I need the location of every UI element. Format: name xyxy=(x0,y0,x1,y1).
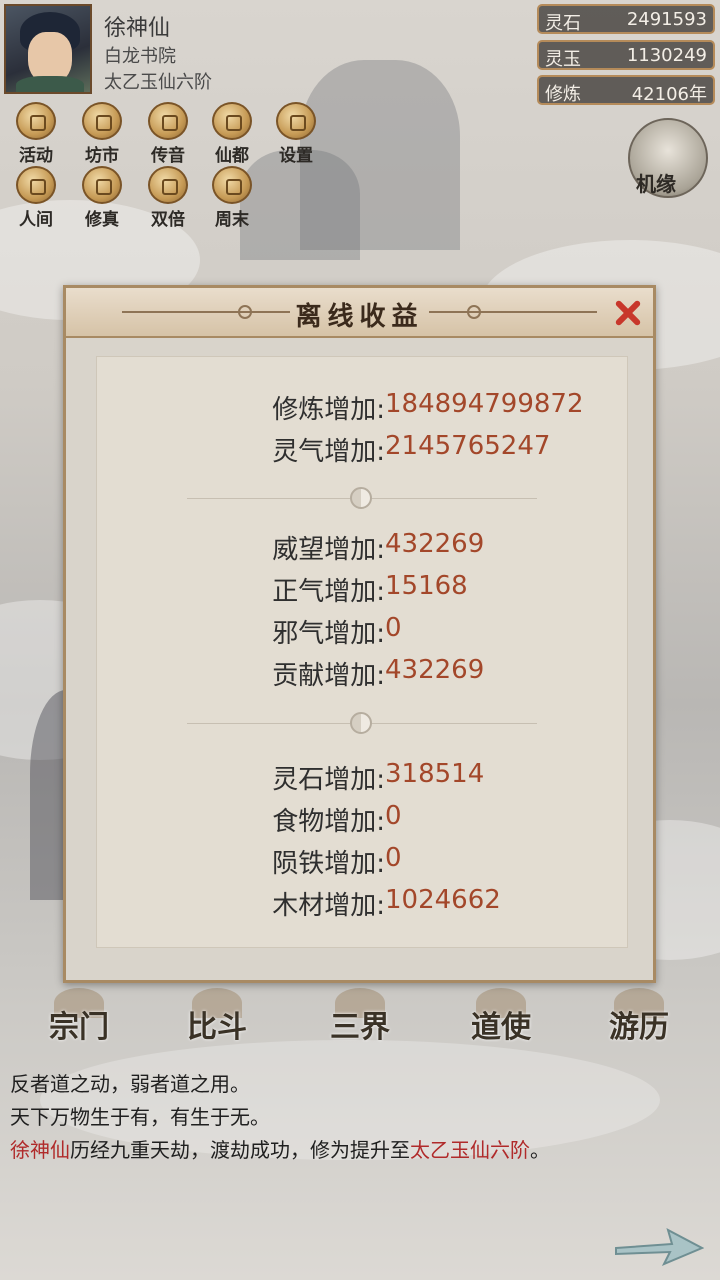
earning-row: 正气增加: 15168 xyxy=(97,571,627,607)
menu-label: 仙都 xyxy=(215,146,249,166)
earning-label: 邪气增加: xyxy=(272,619,385,649)
close-icon[interactable] xyxy=(609,294,647,332)
nav-three-realms[interactable]: 三界 xyxy=(305,988,415,1048)
player-realm: 太乙玉仙六阶 xyxy=(104,72,212,93)
menu-mortal-world[interactable]: 人间 xyxy=(8,166,64,230)
taiji-icon xyxy=(350,712,372,734)
player-sect: 白龙书院 xyxy=(104,46,176,67)
resource-value: 1130249 xyxy=(626,45,707,66)
resource-xiulian: 修炼 42106年 xyxy=(537,75,715,105)
earning-row: 灵石增加: 318514 xyxy=(97,759,627,795)
gear-icon xyxy=(276,102,316,140)
dialog-title: 离线收益 xyxy=(295,302,424,332)
log-realm: 太乙玉仙六阶 xyxy=(410,1138,530,1162)
mountain-icon xyxy=(16,166,56,204)
earning-label: 正气增加: xyxy=(272,577,385,607)
earning-label: 食物增加: xyxy=(272,807,385,837)
menu-label: 设置 xyxy=(279,146,313,166)
player-avatar[interactable] xyxy=(4,4,92,94)
nav-travel[interactable]: 游历 xyxy=(584,988,694,1048)
resource-label: 灵玉 xyxy=(545,49,581,70)
menu-double[interactable]: 双倍 xyxy=(140,166,196,230)
log-player-name: 徐神仙 xyxy=(10,1138,70,1162)
earning-row: 威望增加: 432269 xyxy=(97,529,627,565)
menu-label: 坊市 xyxy=(85,146,119,166)
menu-label: 传音 xyxy=(151,146,185,166)
menu-market[interactable]: 坊市 xyxy=(74,102,130,166)
earning-label: 木材增加: xyxy=(272,891,385,921)
earning-value: 15168 xyxy=(385,571,468,601)
nav-label: 三界 xyxy=(330,1010,390,1045)
menu-immortal-city[interactable]: 仙都 xyxy=(204,102,260,166)
earning-row: 食物增加: 0 xyxy=(97,801,627,837)
earning-label: 威望增加: xyxy=(272,535,385,565)
menu-label: 周末 xyxy=(215,210,249,230)
market-icon xyxy=(82,102,122,140)
menu-weekend[interactable]: 周末 xyxy=(204,166,260,230)
nav-envoy[interactable]: 道使 xyxy=(446,988,556,1048)
nav-label: 比斗 xyxy=(187,1010,247,1045)
taiji-icon xyxy=(350,487,372,509)
earning-value: 432269 xyxy=(385,529,485,559)
earning-value: 432269 xyxy=(385,655,485,685)
resource-value: 2491593 xyxy=(626,9,707,30)
log-line: 反者道之动，弱者道之用。 xyxy=(10,1072,250,1096)
earning-label: 贡献增加: xyxy=(272,661,385,691)
nav-label: 游历 xyxy=(609,1010,669,1045)
player-name: 徐神仙 xyxy=(104,16,171,41)
earning-value: 1024662 xyxy=(385,885,501,915)
earning-label: 修炼增加: xyxy=(272,395,385,425)
menu-label: 修真 xyxy=(85,210,119,230)
log-line: 徐神仙历经九重天劫，渡劫成功，修为提升至太乙玉仙六阶。 xyxy=(10,1134,550,1163)
nav-label: 道使 xyxy=(471,1010,531,1045)
log-text: 历经九重天劫，渡劫成功，修为提升至 xyxy=(70,1138,410,1162)
jiyuan-label: 机缘 xyxy=(636,172,676,196)
menu-label: 双倍 xyxy=(151,210,185,230)
earning-row: 修炼增加: 184894799872 xyxy=(97,389,627,425)
resource-label: 灵石 xyxy=(545,13,581,34)
earning-row: 邪气增加: 0 xyxy=(97,613,627,649)
menu-message[interactable]: 传音 xyxy=(140,102,196,166)
log-line: 天下万物生于有，有生于无。 xyxy=(10,1105,270,1129)
menu-settings[interactable]: 设置 xyxy=(268,102,324,166)
earning-row: 贡献增加: 432269 xyxy=(97,655,627,691)
bag-icon xyxy=(148,166,188,204)
earnings-panel: 修炼增加: 184894799872 灵气增加: 2145765247 威望增加… xyxy=(96,356,628,948)
resource-label: 修炼 xyxy=(545,84,581,105)
next-arrow-icon[interactable] xyxy=(612,1222,705,1268)
gourd-icon xyxy=(82,166,122,204)
resource-value: 42106年 xyxy=(631,84,707,105)
menu-activity[interactable]: 活动 xyxy=(8,102,64,166)
envelope-icon xyxy=(148,102,188,140)
menu-label: 人间 xyxy=(19,210,53,230)
earning-label: 陨铁增加: xyxy=(272,849,385,879)
resource-lingshi: 灵石 2491593 xyxy=(537,4,715,34)
nav-label: 宗门 xyxy=(49,1010,109,1045)
dialog-header: 离线收益 xyxy=(66,288,653,338)
coin-icon xyxy=(16,102,56,140)
jiyuan-button[interactable]: 机缘 xyxy=(628,118,708,198)
nav-duel[interactable]: 比斗 xyxy=(162,988,272,1048)
earning-row: 陨铁增加: 0 xyxy=(97,843,627,879)
earning-row: 灵气增加: 2145765247 xyxy=(97,431,627,467)
earning-row: 木材增加: 1024662 xyxy=(97,885,627,921)
earning-value: 2145765247 xyxy=(385,431,551,461)
offline-earnings-dialog: 离线收益 修炼增加: 184894799872 灵气增加: 2145765247… xyxy=(63,285,656,983)
earning-value: 0 xyxy=(385,801,402,831)
menu-cultivation[interactable]: 修真 xyxy=(74,166,130,230)
earning-value: 0 xyxy=(385,843,402,873)
log-text-end: 。 xyxy=(530,1138,550,1162)
pavilion-icon xyxy=(212,102,252,140)
resource-lingyu: 灵玉 1130249 xyxy=(537,40,715,70)
earning-value: 0 xyxy=(385,613,402,643)
maple-leaf-icon xyxy=(212,166,252,204)
earning-label: 灵气增加: xyxy=(272,437,385,467)
menu-label: 活动 xyxy=(19,146,53,166)
earning-value: 184894799872 xyxy=(385,389,584,419)
earning-label: 灵石增加: xyxy=(272,765,385,795)
earning-value: 318514 xyxy=(385,759,485,789)
nav-sect[interactable]: 宗门 xyxy=(24,988,134,1048)
